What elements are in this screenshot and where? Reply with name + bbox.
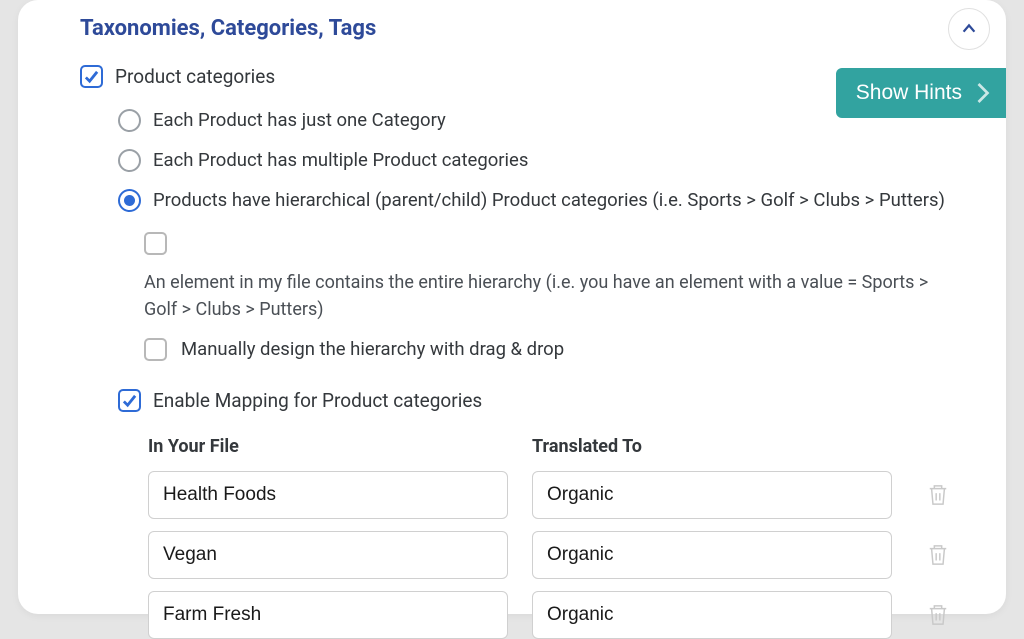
mapping-source-input[interactable] — [148, 471, 508, 519]
manual-hierarchy-checkbox[interactable] — [144, 338, 167, 361]
mapping-target-input[interactable] — [532, 471, 892, 519]
mapping-grid: In Your File Translated To — [148, 436, 966, 639]
radio-single-label: Each Product has just one Category — [153, 108, 446, 134]
hierarchy-element-description: An element in my file contains the entir… — [144, 269, 944, 323]
radio-multiple-categories[interactable] — [118, 149, 141, 172]
content-area: Product categories Each Product has just… — [18, 65, 1006, 639]
mapping-target-input[interactable] — [532, 531, 892, 579]
manual-hierarchy-label: Manually design the hierarchy with drag … — [181, 337, 564, 363]
hierarchy-element-checkbox[interactable] — [144, 232, 167, 255]
mapping-header-target: Translated To — [532, 436, 892, 457]
delete-mapping-button[interactable] — [924, 541, 952, 569]
product-categories-checkbox[interactable] — [80, 65, 103, 88]
category-mode-radio-group: Each Product has just one Category Each … — [118, 108, 966, 214]
trash-icon — [927, 483, 949, 507]
check-icon — [122, 393, 137, 408]
radio-row-hierarchical: Products have hierarchical (parent/child… — [118, 188, 966, 214]
mapping-row — [148, 471, 966, 519]
mapping-header-source: In Your File — [148, 436, 508, 457]
check-icon — [84, 69, 99, 84]
product-categories-label: Product categories — [115, 65, 275, 88]
radio-hierarchical-categories[interactable] — [118, 189, 141, 212]
chevron-up-icon — [960, 20, 978, 38]
mapping-row — [148, 591, 966, 639]
show-hints-button[interactable]: Show Hints — [836, 68, 1006, 118]
hierarchy-sub-block: An element in my file contains the entir… — [144, 232, 966, 363]
enable-mapping-checkbox[interactable] — [118, 389, 141, 412]
chevron-right-icon — [974, 80, 992, 106]
enable-mapping-row: Enable Mapping for Product categories — [118, 389, 966, 412]
product-categories-row: Product categories — [80, 65, 966, 88]
manual-hierarchy-row: Manually design the hierarchy with drag … — [144, 337, 966, 363]
mapping-target-input[interactable] — [532, 591, 892, 639]
radio-single-category[interactable] — [118, 109, 141, 132]
delete-mapping-button[interactable] — [924, 601, 952, 629]
mapping-source-input[interactable] — [148, 531, 508, 579]
trash-icon — [927, 603, 949, 627]
radio-hierarchical-label: Products have hierarchical (parent/child… — [153, 188, 945, 214]
section-title: Taxonomies, Categories, Tags — [18, 0, 1006, 65]
mapping-source-input[interactable] — [148, 591, 508, 639]
trash-icon — [927, 543, 949, 567]
enable-mapping-label: Enable Mapping for Product categories — [153, 389, 482, 412]
settings-panel: Taxonomies, Categories, Tags Show Hints … — [18, 0, 1006, 614]
radio-multiple-label: Each Product has multiple Product catego… — [153, 148, 528, 174]
delete-mapping-button[interactable] — [924, 481, 952, 509]
mapping-headers: In Your File Translated To — [148, 436, 966, 457]
collapse-button[interactable] — [948, 8, 990, 50]
radio-row-multiple: Each Product has multiple Product catego… — [118, 148, 966, 174]
mapping-row — [148, 531, 966, 579]
show-hints-label: Show Hints — [856, 81, 962, 105]
